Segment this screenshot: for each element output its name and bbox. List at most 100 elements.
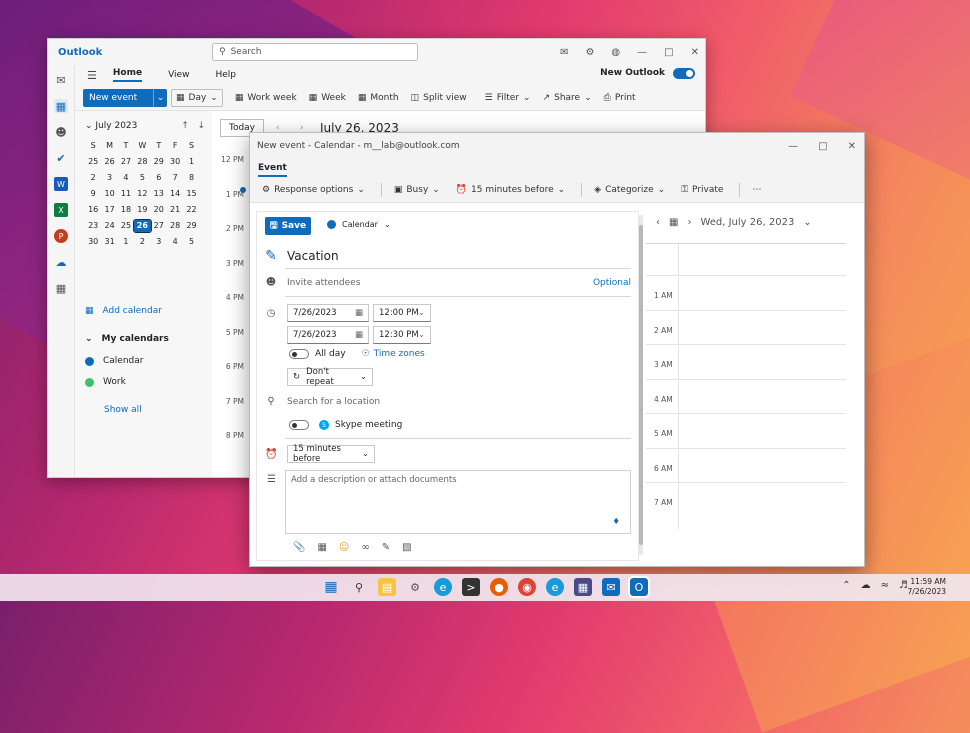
image-icon[interactable]: ▦ [317,542,326,553]
calendar-day[interactable]: 25 [85,156,101,168]
my-calendars-header[interactable]: ⌄ My calendars [85,334,169,344]
calendar-day[interactable]: 4 [118,172,134,184]
file-explorer-icon[interactable]: ▤ [378,578,396,596]
calendar-day[interactable]: 30 [85,236,101,248]
new-event-button[interactable]: New event ⌄ [83,89,167,107]
designer-icon[interactable]: ♦ [612,517,620,527]
calendar-day[interactable]: 9 [85,188,101,200]
calendar-day[interactable]: 27 [151,220,167,232]
calendar-day[interactable]: 10 [101,188,117,200]
add-calendar-link[interactable]: ▦ Add calendar [85,306,162,316]
cloud-icon[interactable]: ☁ [861,580,871,591]
calendar-day[interactable]: 31 [101,236,117,248]
calendar-day[interactable]: 4 [167,236,183,248]
schedule-date[interactable]: Wed, July 26, 2023 [700,217,794,228]
calendar-day[interactable]: 23 [85,220,101,232]
calendar-day[interactable]: 2 [85,172,101,184]
loop-icon[interactable]: ∞ [361,542,369,553]
calendar-day[interactable]: 21 [167,204,183,216]
gear-icon[interactable]: ⚙ [585,47,594,58]
location-input[interactable]: Search for a location [287,397,380,407]
search-icon[interactable]: ⚲ [350,578,368,596]
tab-event[interactable]: Event [258,163,287,177]
calendar-day[interactable]: 27 [118,156,134,168]
calendar-day[interactable]: 15 [183,188,199,200]
calendar-day[interactable]: 3 [151,236,167,248]
edge-dev-icon[interactable]: e [546,578,564,596]
onedrive-icon[interactable]: ☁ [54,255,68,269]
calendar-day[interactable]: 2 [134,236,150,248]
share-button[interactable]: ↗Share⌄ [543,93,592,103]
response-options-button[interactable]: ⚙Response options⌄ [262,185,365,195]
settings-icon[interactable]: ⚙ [406,578,424,596]
new-outlook-toggle[interactable] [673,68,695,79]
calendar-day[interactable]: 24 [101,220,117,232]
skype-toggle[interactable] [289,420,309,430]
chevron-down-icon[interactable]: ⌄ [153,89,167,107]
emoji-icon[interactable]: ☺ [339,542,349,553]
calendar-day[interactable]: 29 [183,220,199,232]
busy-button[interactable]: ▣Busy⌄ [394,185,440,195]
calendar-day[interactable]: 29 [151,156,167,168]
calendar-icon[interactable]: ▦ [669,217,678,228]
tab-help[interactable]: Help [215,70,236,80]
calendar-day[interactable]: 16 [85,204,101,216]
mail-icon[interactable]: ✉ [54,73,68,87]
firefox-icon[interactable]: ● [490,578,508,596]
calendar-day[interactable]: 14 [167,188,183,200]
work-week-button[interactable]: ▦Work week [235,93,297,103]
reminder-dropdown[interactable]: 15 minutes before ⌄ [287,445,375,463]
calendar-day[interactable]: 19 [134,204,150,216]
calendar-day[interactable]: 1 [118,236,134,248]
reminder-button[interactable]: ⏰15 minutes before⌄ [456,185,565,195]
split-view-button[interactable]: ◫Split view [411,93,467,103]
calendar-item-work[interactable]: Work [85,377,126,387]
calendar-day[interactable]: 22 [183,204,199,216]
taskbar-clock[interactable]: 11:59 AM 7/26/2023 [908,577,946,597]
more-options-button[interactable]: ⋯ [752,185,761,195]
end-date-input[interactable]: 7/26/2023▦ [287,326,369,344]
start-time-input[interactable]: 12:00 PM⌄ [373,304,431,322]
selected-day[interactable]: 26 [134,220,150,232]
calendar-day[interactable]: 12 [134,188,150,200]
all-day-toggle[interactable] [289,349,309,359]
calendar-day[interactable]: 13 [151,188,167,200]
invite-attendees-input[interactable]: Invite attendees [287,278,593,288]
todo-icon[interactable]: ✔ [54,151,68,165]
minimize-icon[interactable]: — [788,141,798,152]
lightbulb-icon[interactable]: ◍ [611,47,620,58]
format-icon[interactable]: ▧ [402,542,411,553]
tab-view[interactable]: View [168,70,189,80]
close-icon[interactable]: ✕ [691,47,699,58]
mail-taskbar-icon[interactable]: ✉ [602,578,620,596]
close-icon[interactable]: ✕ [848,141,856,152]
calendar-item-calendar[interactable]: Calendar [85,356,143,366]
chrome-icon[interactable]: ◉ [518,578,536,596]
calendar-day[interactable]: 8 [183,172,199,184]
store-icon[interactable]: ▦ [574,578,592,596]
word-icon[interactable]: W [54,177,68,191]
chevron-up-icon[interactable]: ⌃ [842,580,850,591]
calendar-day[interactable]: 28 [134,156,150,168]
minimize-icon[interactable]: — [637,47,647,58]
categorize-button[interactable]: ◈Categorize⌄ [594,185,665,195]
week-button[interactable]: ▦Week [309,93,346,103]
calendar-day[interactable]: 28 [167,220,183,232]
show-all-link[interactable]: Show all [104,405,142,415]
repeat-dropdown[interactable]: ↻ Don't repeat ⌄ [287,368,373,386]
day-view-button[interactable]: ▦ Day ⌄ [171,89,223,107]
calendar-day[interactable]: 11 [118,188,134,200]
draw-icon[interactable]: ✎ [382,542,390,553]
excel-icon[interactable]: X [54,203,68,217]
outlook-taskbar-icon[interactable]: O [630,578,648,596]
calendar-day[interactable]: 7 [167,172,183,184]
start-date-input[interactable]: 7/26/2023▦ [287,304,369,322]
calendar-icon[interactable]: ▦ [54,99,68,113]
calendar-day[interactable]: 1 [183,156,199,168]
chevron-right-icon[interactable]: › [687,217,691,228]
calendar-day[interactable]: 3 [101,172,117,184]
calendar-day[interactable]: 26 [101,156,117,168]
save-button[interactable]: 🖫 Save [265,217,311,235]
tab-home[interactable]: Home [113,68,142,82]
maximize-icon[interactable]: □ [664,47,673,58]
